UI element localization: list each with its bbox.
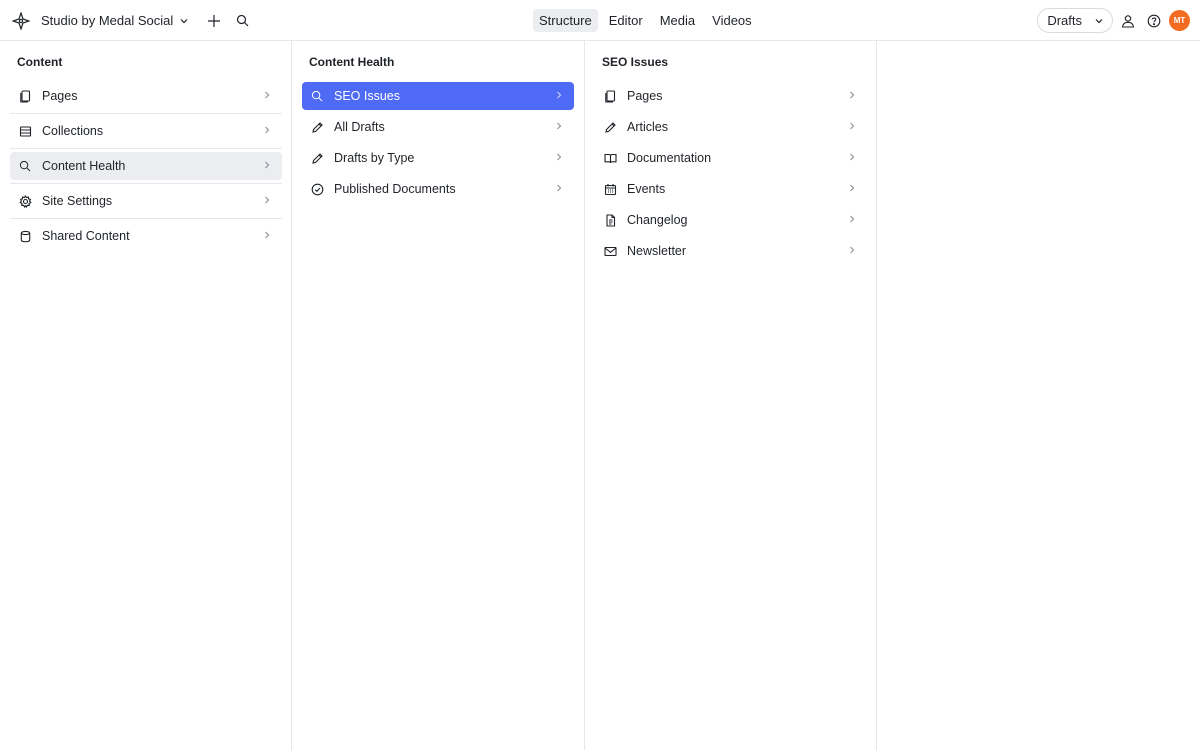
list-item-label: Content Health	[42, 159, 126, 173]
user-avatar[interactable]: MT	[1169, 10, 1190, 31]
list-item-label: All Drafts	[334, 120, 385, 134]
plus-icon	[208, 14, 221, 27]
top-bar: Studio by Medal Social Structure Editor …	[0, 0, 1200, 41]
content-item-pages[interactable]: Pages	[10, 82, 282, 114]
document-icon	[603, 89, 617, 103]
envelope-icon	[603, 244, 617, 258]
book-icon	[603, 151, 617, 165]
list-item-label: Site Settings	[42, 194, 113, 208]
search-icon	[310, 89, 324, 103]
seo-item-articles[interactable]: Articles	[595, 113, 867, 141]
list-icon	[18, 124, 32, 138]
perspective-label: Drafts	[1047, 13, 1082, 28]
chevron-right-icon	[847, 214, 857, 224]
perspective-select[interactable]: Drafts	[1037, 8, 1113, 33]
pane-title: Content	[17, 55, 63, 69]
main-nav: Structure Editor Media Videos	[533, 0, 763, 41]
content-health-item-seo-issues[interactable]: SEO Issues	[302, 82, 574, 110]
nav-tab-editor[interactable]: Editor	[603, 9, 649, 32]
chevron-right-icon	[847, 90, 857, 100]
nav-tab-videos[interactable]: Videos	[706, 9, 758, 32]
database-icon	[18, 229, 32, 243]
chevron-right-icon	[554, 121, 564, 131]
content-item-content-health[interactable]: Content Health	[10, 152, 282, 184]
calendar-icon	[603, 182, 617, 196]
studio-logo-icon[interactable]	[10, 10, 32, 32]
chevron-right-icon	[847, 152, 857, 162]
list-item-label: Published Documents	[334, 182, 456, 196]
help-icon	[1147, 14, 1161, 27]
chevron-right-icon	[554, 183, 564, 193]
gear-icon	[18, 194, 32, 208]
list-item-label: Shared Content	[42, 229, 130, 243]
topbar-right: Drafts MT	[1037, 0, 1190, 41]
chevron-down-icon	[179, 16, 189, 26]
topbar-left: Studio by Medal Social	[10, 0, 253, 41]
list-item-label: Documentation	[627, 151, 712, 165]
pane-title: SEO Issues	[602, 55, 669, 69]
chevron-down-icon	[1094, 16, 1104, 26]
content-health-pane: Content Health SEO Issues All Drafts Dra…	[292, 41, 585, 750]
global-search-button[interactable]	[231, 10, 253, 32]
chevron-right-icon	[554, 90, 564, 100]
content-list: Pages Collections Content Health Site Se…	[10, 82, 282, 257]
pencil-icon	[310, 151, 324, 165]
chevron-right-icon	[262, 195, 272, 205]
seo-item-documentation[interactable]: Documentation	[595, 144, 867, 172]
nav-tab-media[interactable]: Media	[654, 9, 701, 32]
list-item-label: Pages	[42, 89, 78, 103]
chevron-right-icon	[554, 152, 564, 162]
nav-tab-structure[interactable]: Structure	[533, 9, 598, 32]
list-item-label: Articles	[627, 120, 668, 134]
search-icon	[18, 159, 32, 173]
content-health-item-drafts-by-type[interactable]: Drafts by Type	[302, 144, 574, 172]
list-item-label: Events	[627, 182, 666, 196]
content-health-item-published-documents[interactable]: Published Documents	[302, 175, 574, 203]
content-item-collections[interactable]: Collections	[10, 117, 282, 149]
pencil-icon	[603, 120, 617, 134]
user-icon	[1121, 14, 1135, 28]
chevron-right-icon	[262, 160, 272, 170]
seo-issues-pane: SEO Issues Pages Articles Documentation	[585, 41, 877, 750]
content-health-item-all-drafts[interactable]: All Drafts	[302, 113, 574, 141]
chevron-right-icon	[847, 245, 857, 255]
seo-item-newsletter[interactable]: Newsletter	[595, 237, 867, 265]
workspace-switcher[interactable]: Studio by Medal Social	[41, 13, 189, 28]
check-circle-icon	[310, 182, 324, 196]
seo-item-events[interactable]: Events	[595, 175, 867, 203]
pencil-icon	[310, 120, 324, 134]
content-item-site-settings[interactable]: Site Settings	[10, 187, 282, 219]
chevron-right-icon	[262, 230, 272, 240]
list-item-label: Newsletter	[627, 244, 687, 258]
seo-item-changelog[interactable]: Changelog	[595, 206, 867, 234]
chevron-right-icon	[847, 183, 857, 193]
document-icon	[18, 89, 32, 103]
chevron-right-icon	[262, 90, 272, 100]
list-item-label: Changelog	[627, 213, 688, 227]
list-item-label: Collections	[42, 124, 104, 138]
content-pane: Content Pages Collections Content Health…	[0, 41, 292, 750]
search-icon	[236, 14, 249, 27]
chevron-right-icon	[847, 121, 857, 131]
list-item-label: Pages	[627, 89, 663, 103]
list-item-label: Drafts by Type	[334, 151, 415, 165]
user-presence-button[interactable]	[1117, 10, 1139, 32]
create-new-button[interactable]	[203, 10, 225, 32]
seo-issues-list: Pages Articles Documentation Events Chan…	[595, 82, 867, 268]
list-item-label: SEO Issues	[334, 89, 400, 103]
file-text-icon	[603, 213, 617, 227]
help-button[interactable]	[1143, 10, 1165, 32]
content-item-shared-content[interactable]: Shared Content	[10, 222, 282, 250]
seo-item-pages[interactable]: Pages	[595, 82, 867, 110]
pane-title: Content Health	[309, 55, 395, 69]
workspace-name: Studio by Medal Social	[41, 13, 174, 28]
chevron-right-icon	[262, 125, 272, 135]
content-health-list: SEO Issues All Drafts Drafts by Type Pub…	[302, 82, 574, 206]
